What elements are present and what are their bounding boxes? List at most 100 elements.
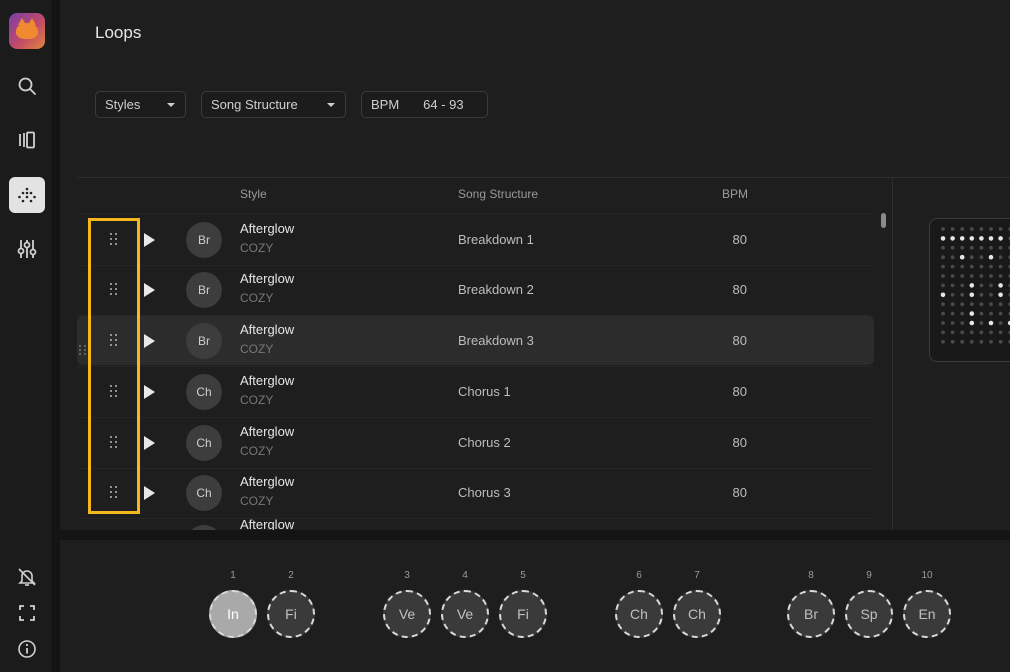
section-badge: Ch	[186, 374, 222, 410]
styles-dropdown[interactable]: Styles	[95, 91, 186, 118]
library-button[interactable]	[9, 122, 45, 158]
bpm-range-filter[interactable]: BPM 64 - 93	[361, 91, 488, 118]
pattern-step	[988, 320, 994, 326]
highlight-box	[88, 218, 140, 514]
column-header-song-structure[interactable]: Song Structure	[458, 187, 538, 201]
timeline-slot[interactable]: Br	[787, 590, 835, 638]
timeline-slot[interactable]: Ch	[615, 590, 663, 638]
timeline-slot[interactable]: Fi	[499, 590, 547, 638]
pattern-step	[950, 264, 955, 269]
pattern-step	[969, 339, 974, 344]
pattern-step	[989, 245, 993, 250]
pattern-step	[989, 227, 993, 231]
search-button[interactable]	[9, 68, 45, 104]
pattern-step	[950, 227, 955, 231]
slot-number: 7	[694, 570, 700, 581]
timeline-slot[interactable]: Fi	[267, 590, 315, 638]
column-header-style[interactable]: Style	[240, 187, 267, 201]
section-badge	[186, 525, 222, 530]
pattern-step	[941, 264, 945, 269]
pattern-step	[941, 227, 945, 231]
pattern-step	[989, 264, 993, 269]
info-button[interactable]	[9, 631, 45, 667]
pattern-step	[960, 321, 965, 325]
divider	[77, 177, 1010, 178]
styles-dropdown-label: Styles	[105, 97, 141, 112]
play-icon[interactable]	[144, 385, 155, 399]
timeline-slot[interactable]: Ve	[383, 590, 431, 638]
pattern-step	[979, 227, 984, 231]
pattern-step	[969, 283, 975, 288]
slot-number: 4	[462, 570, 468, 581]
pattern-step	[950, 255, 955, 260]
play-icon[interactable]	[144, 486, 155, 500]
table-row[interactable]: Ch Afterglow COZY Chorus 2 80	[77, 418, 874, 467]
pattern-grid	[940, 227, 1010, 344]
scrollbar[interactable]	[881, 213, 886, 228]
pattern-step	[998, 274, 1003, 278]
section-badge: Br	[186, 323, 222, 359]
pattern-step	[959, 254, 965, 260]
style-name: Afterglow	[240, 271, 295, 286]
pattern-step	[941, 330, 945, 335]
section-badge: Br	[186, 222, 222, 258]
notifications-button[interactable]	[9, 559, 45, 595]
row-drag-handle[interactable]	[78, 343, 88, 355]
timeline-slot[interactable]: Ve	[441, 590, 489, 638]
pattern-step	[979, 321, 984, 325]
pattern-step	[989, 330, 993, 335]
pattern-step	[950, 311, 955, 316]
pattern-step	[979, 330, 984, 335]
play-icon[interactable]	[144, 233, 155, 247]
bpm-range-value: 64 - 93	[423, 97, 464, 112]
timeline-slot[interactable]: En	[903, 590, 951, 638]
pattern-step	[950, 302, 955, 307]
pattern-step	[998, 283, 1003, 288]
table-row[interactable]: Afterglow	[77, 519, 874, 530]
divider	[77, 213, 874, 214]
song-structure-value: Breakdown 3	[458, 333, 534, 348]
song-structure-dropdown-label: Song Structure	[211, 97, 298, 112]
table-row[interactable]: Br Afterglow COZY Breakdown 3 80	[77, 316, 874, 365]
pattern-step	[979, 236, 984, 241]
pattern-step	[959, 236, 965, 241]
play-icon[interactable]	[144, 436, 155, 450]
slot-number: 10	[921, 570, 933, 581]
notifications-off-icon	[18, 568, 36, 586]
fullscreen-button[interactable]	[9, 595, 45, 631]
divider	[892, 177, 893, 530]
pattern-step	[979, 274, 984, 278]
pattern-step	[960, 283, 965, 288]
pattern-step	[988, 254, 994, 260]
pattern-step	[969, 227, 974, 231]
pattern-step	[960, 302, 965, 307]
timeline-slot[interactable]: In	[209, 590, 257, 638]
table-row[interactable]: Br Afterglow COZY Breakdown 1 80	[77, 215, 874, 264]
app-logo[interactable]	[9, 13, 45, 49]
table-row[interactable]: Br Afterglow COZY Breakdown 2 80	[77, 265, 874, 314]
bpm-filter-label: BPM	[371, 97, 400, 112]
pattern-step	[979, 339, 984, 344]
play-icon[interactable]	[144, 283, 155, 297]
timeline-slot[interactable]: Sp	[845, 590, 893, 638]
pattern-step	[969, 245, 974, 250]
pattern-step	[941, 245, 945, 250]
column-header-bpm[interactable]: BPM	[722, 187, 748, 201]
pattern-step	[941, 283, 945, 288]
loops-button[interactable]	[9, 177, 45, 213]
slot-number: 2	[288, 570, 294, 581]
timeline-slot[interactable]: Ch	[673, 590, 721, 638]
play-icon[interactable]	[144, 334, 155, 348]
bpm-value: 80	[732, 435, 747, 450]
song-structure-dropdown[interactable]: Song Structure	[201, 91, 346, 118]
bpm-value: 80	[732, 333, 747, 348]
pattern-step	[979, 283, 984, 288]
pattern-step	[940, 292, 946, 298]
table-row[interactable]: Ch Afterglow COZY Chorus 1 80	[77, 367, 874, 416]
pattern-step	[979, 255, 984, 260]
page-title: Loops	[95, 23, 142, 42]
pattern-step	[998, 321, 1003, 325]
chevron-down-icon	[167, 103, 175, 107]
mixer-button[interactable]	[9, 231, 45, 267]
table-row[interactable]: Ch Afterglow COZY Chorus 3 80	[77, 468, 874, 517]
